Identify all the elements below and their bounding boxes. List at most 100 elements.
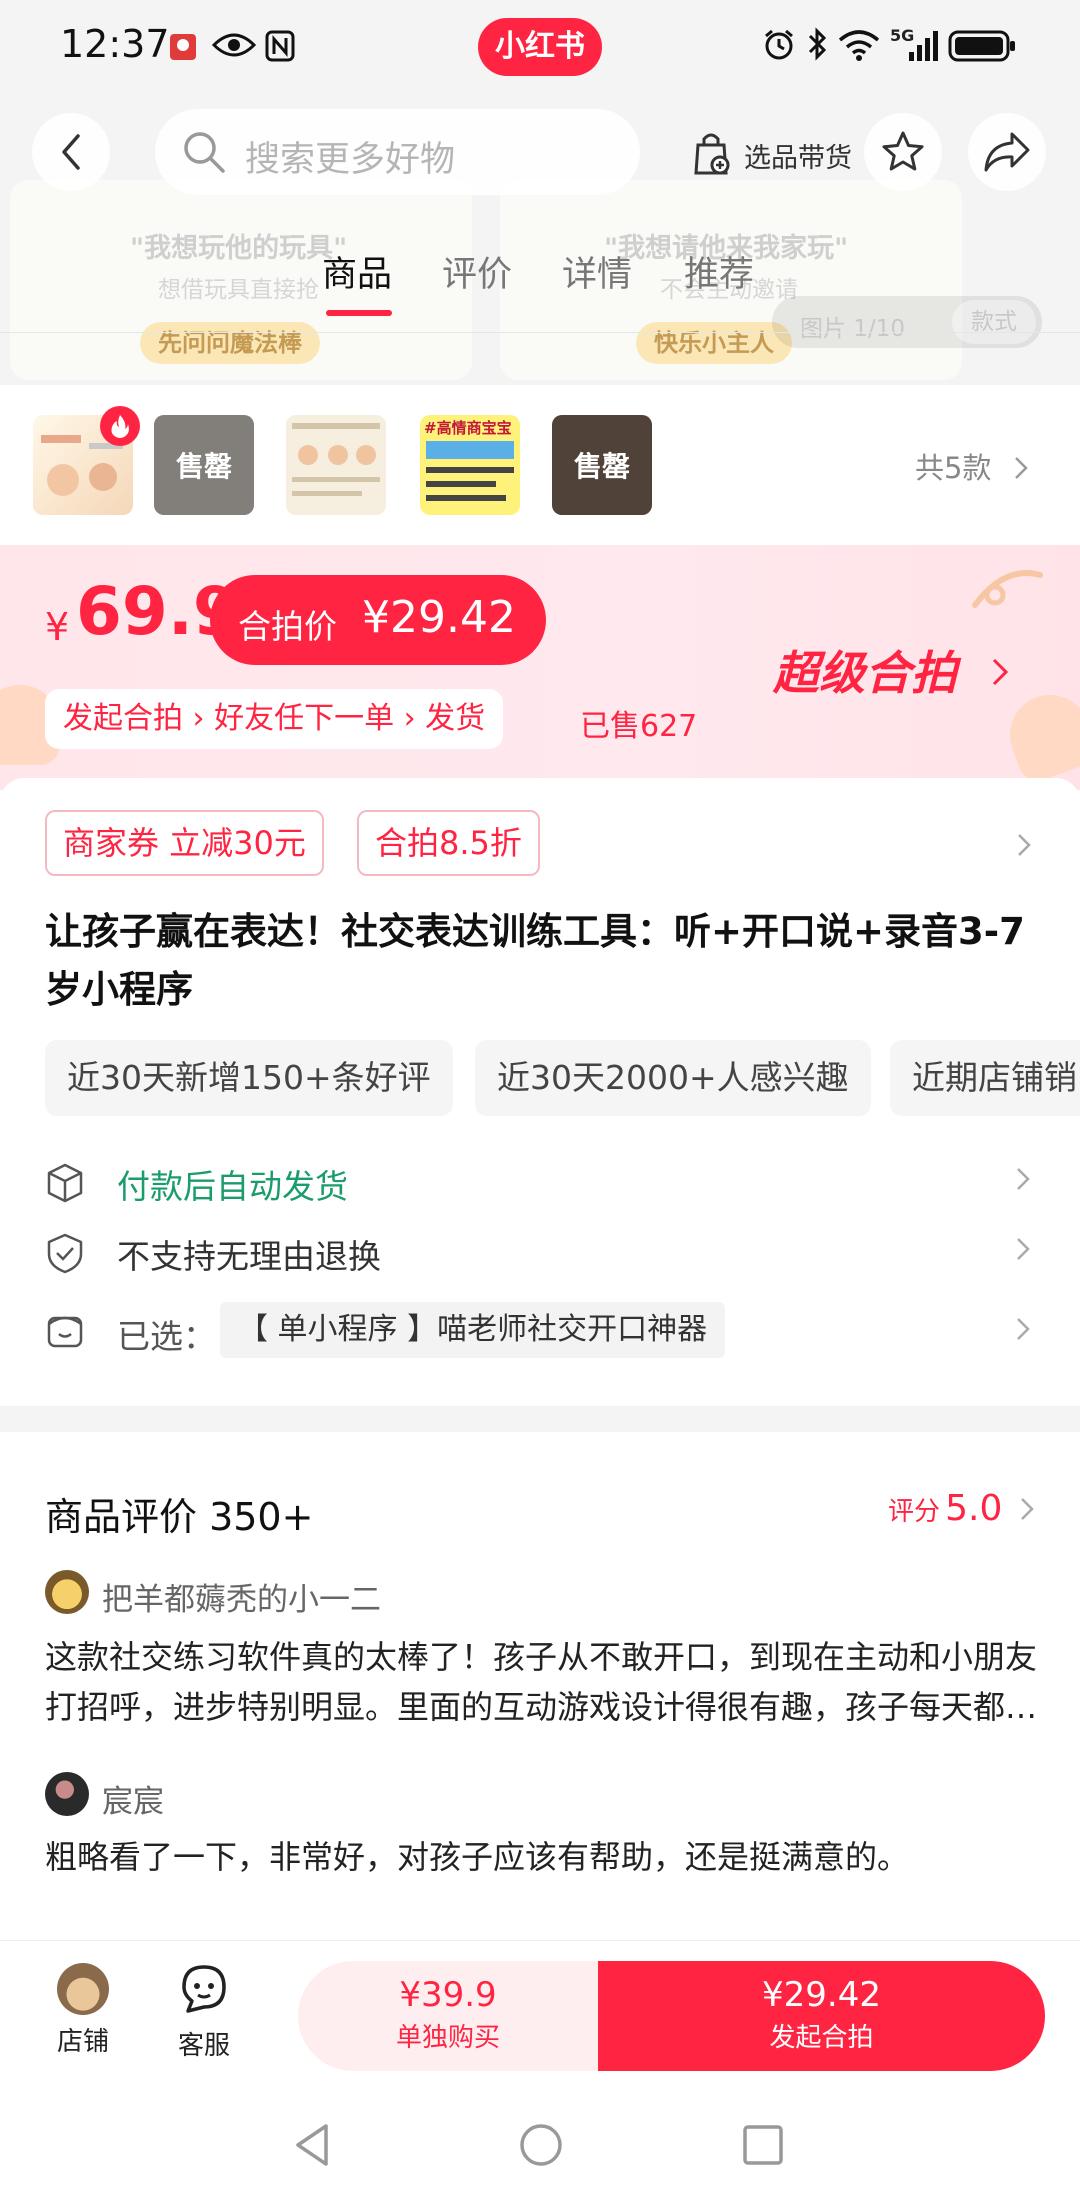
system-nav-bar <box>0 2090 1080 2204</box>
chevron-right-icon <box>1014 457 1028 479</box>
service-return-row[interactable]: 不支持无理由退换 <box>45 1222 1045 1282</box>
hand-decoration-right <box>998 683 1080 787</box>
back-triangle-icon[interactable] <box>292 2122 332 2168</box>
search-placeholder: 搜索更多好物 <box>245 140 456 180</box>
sold-count: 已售627 <box>580 709 698 744</box>
chat-bubble-icon <box>182 1965 226 2013</box>
start-group-buy-button[interactable]: ¥29.42 发起合拍 <box>598 1961 1045 2071</box>
xiaohongshu-logo: 小红书 <box>478 18 602 76</box>
buy-group-label: 发起合拍 <box>769 2023 874 2053</box>
group-price-pill: 合拍价 ¥29.42 <box>210 575 546 665</box>
avatar[interactable] <box>45 1772 89 1816</box>
reviews-score-link[interactable]: 评分 5.0 <box>888 1488 1035 1529</box>
sold-out-label-2: 售罄 <box>552 415 652 515</box>
shop-label: 店铺 <box>56 2027 109 2057</box>
bottom-action-bar: 店铺 客服 ¥39.9 单独购买 ¥29.42 发起合拍 <box>0 1940 1080 2090</box>
product-detail-page: "我想玩他的玩具" 想借玩具直接抢 先问问魔法棒 "我想请他来我家玩" 不会主动… <box>0 0 1080 2204</box>
product-info-card: 商家券 立减30元 合拍8.5折 让孩子赢在表达！社交表达训练工具：听+开口说+… <box>0 778 1080 1406</box>
signal-icon <box>908 30 938 66</box>
tab-recommend[interactable]: 推荐 <box>684 246 754 297</box>
section-gap <box>0 1406 1080 1432</box>
tag-store-sales: 近期店铺销 <box>890 1040 1080 1116</box>
alarm-icon <box>762 28 796 66</box>
group-buy-banner[interactable]: ¥ 69.9 合拍价 ¥29.42 发起合拍 › 好友任下一单 › 发货 已售6… <box>0 545 1080 790</box>
active-tab-indicator <box>326 310 392 316</box>
chevron-right-icon <box>1021 1498 1035 1520</box>
super-group-label: 超级合拍 <box>773 646 957 700</box>
review-text-2[interactable]: 粗略看了一下，非常好，对孩子应该有帮助，还是挺满意的。 <box>45 1832 1040 1882</box>
variant-thumb-4-text: #高情商宝宝 <box>424 419 512 437</box>
service-shipping-text: 付款后自动发货 <box>117 1167 348 1206</box>
search-input[interactable]: 搜索更多好物 <box>155 109 640 195</box>
wifi-icon <box>838 30 880 66</box>
group-buy-steps: 发起合拍 › 好友任下一单 › 发货 <box>45 689 504 749</box>
variant-thumb-3[interactable] <box>286 415 386 515</box>
review-user-2[interactable]: 宸宸 <box>102 1776 164 1821</box>
recents-square-icon[interactable] <box>742 2124 784 2166</box>
bag-plus-icon <box>694 133 730 175</box>
bag-icon <box>47 1316 83 1348</box>
tab-details[interactable]: 详情 <box>562 246 632 297</box>
shop-button[interactable]: 店铺 <box>38 1963 128 2058</box>
battery-icon <box>948 30 1016 66</box>
review-user-1[interactable]: 把羊都薅秃的小一二 <box>102 1574 381 1619</box>
reviews-title[interactable]: 商品评价 350+ <box>45 1486 313 1541</box>
eye-icon <box>211 30 257 64</box>
buy-alone-button[interactable]: ¥39.9 单独购买 <box>298 1961 598 2071</box>
tab-goods[interactable]: 商品 <box>322 246 392 297</box>
selected-spec-row[interactable]: 已选： 【 单小程序 】喵老师社交开口神器 <box>45 1302 1045 1362</box>
variant-thumb-2[interactable]: 售罄 <box>154 415 254 515</box>
customer-service-button[interactable]: 客服 <box>159 1963 249 2062</box>
coupon-group-discount[interactable]: 合拍8.5折 <box>357 810 540 876</box>
select-goods-button[interactable]: 选品带货 <box>680 109 860 195</box>
group-price-label: 合拍价 <box>238 607 337 646</box>
select-goods-label: 选品带货 <box>744 143 852 174</box>
review-text-1[interactable]: 这款社交练习软件真的太棒了！孩子从不敢开口，到现在主动和小朋友打招呼，进步特别明… <box>45 1632 1040 1732</box>
group-price-value: ¥29.42 <box>362 592 516 643</box>
share-button[interactable] <box>968 113 1046 191</box>
tag-interest: 近30天2000+人感兴趣 <box>475 1040 871 1116</box>
service-shipping-row[interactable]: 付款后自动发货 <box>45 1152 1045 1212</box>
tag-new-reviews: 近30天新增150+条好评 <box>45 1040 453 1116</box>
selected-label: 已选： <box>117 1317 216 1356</box>
bluetooth-icon <box>806 26 830 66</box>
status-bar: 12:37 小红书 5G <box>0 0 1080 92</box>
variant-thumb-4[interactable]: #高情商宝宝 <box>420 415 520 515</box>
buy-alone-label: 单独购买 <box>395 2023 500 2053</box>
price-currency: ¥ <box>45 605 70 649</box>
nfc-icon <box>265 30 295 66</box>
variant-strip: 售罄 #高情商宝宝 售罄 共5款 <box>0 385 1080 545</box>
sold-out-label: 售罄 <box>154 415 254 515</box>
huawei-icon <box>168 32 198 66</box>
chevron-right-icon[interactable] <box>1016 832 1032 858</box>
variant-thumb-5[interactable]: 售罄 <box>552 415 652 515</box>
home-circle-icon[interactable] <box>518 2122 564 2168</box>
super-group-link[interactable]: 超级合拍 <box>773 637 1009 703</box>
fire-badge-icon <box>100 406 140 446</box>
section-tabs: 商品 评价 详情 推荐 <box>0 232 1080 332</box>
selected-spec-value: 【 单小程序 】喵老师社交开口神器 <box>220 1302 726 1358</box>
box-icon <box>47 1163 83 1203</box>
back-button[interactable] <box>32 113 110 191</box>
service-return-text: 不支持无理由退换 <box>117 1237 381 1276</box>
chevron-right-icon <box>1017 1168 1030 1190</box>
shop-avatar <box>57 1963 109 2015</box>
status-time: 12:37 <box>60 22 170 66</box>
shield-check-icon <box>47 1233 83 1274</box>
search-icon <box>184 132 225 173</box>
tabs-divider <box>0 332 1080 333</box>
score-value: 5.0 <box>945 1488 1003 1529</box>
avatar[interactable] <box>45 1570 89 1614</box>
buy-alone-price: ¥39.9 <box>399 1975 497 2015</box>
top-nav-bar: 搜索更多好物 选品带货 <box>0 100 1080 204</box>
variant-count-label: 共5款 <box>915 451 992 485</box>
buy-group-price: ¥29.42 <box>762 1975 881 2015</box>
reviews-section: 商品评价 350+ 评分 5.0 把羊都薅秃的小一二 这款社交练习软件真的太棒了… <box>0 1432 1080 1942</box>
tab-reviews[interactable]: 评价 <box>442 246 512 297</box>
score-label: 评分 <box>888 1497 941 1527</box>
variant-count-link[interactable]: 共5款 <box>915 445 1029 487</box>
back-arrow-icon <box>62 134 80 170</box>
coupon-merchant[interactable]: 商家券 立减30元 <box>45 810 324 876</box>
favorite-button[interactable] <box>864 113 942 191</box>
chevron-right-icon <box>992 658 1009 686</box>
